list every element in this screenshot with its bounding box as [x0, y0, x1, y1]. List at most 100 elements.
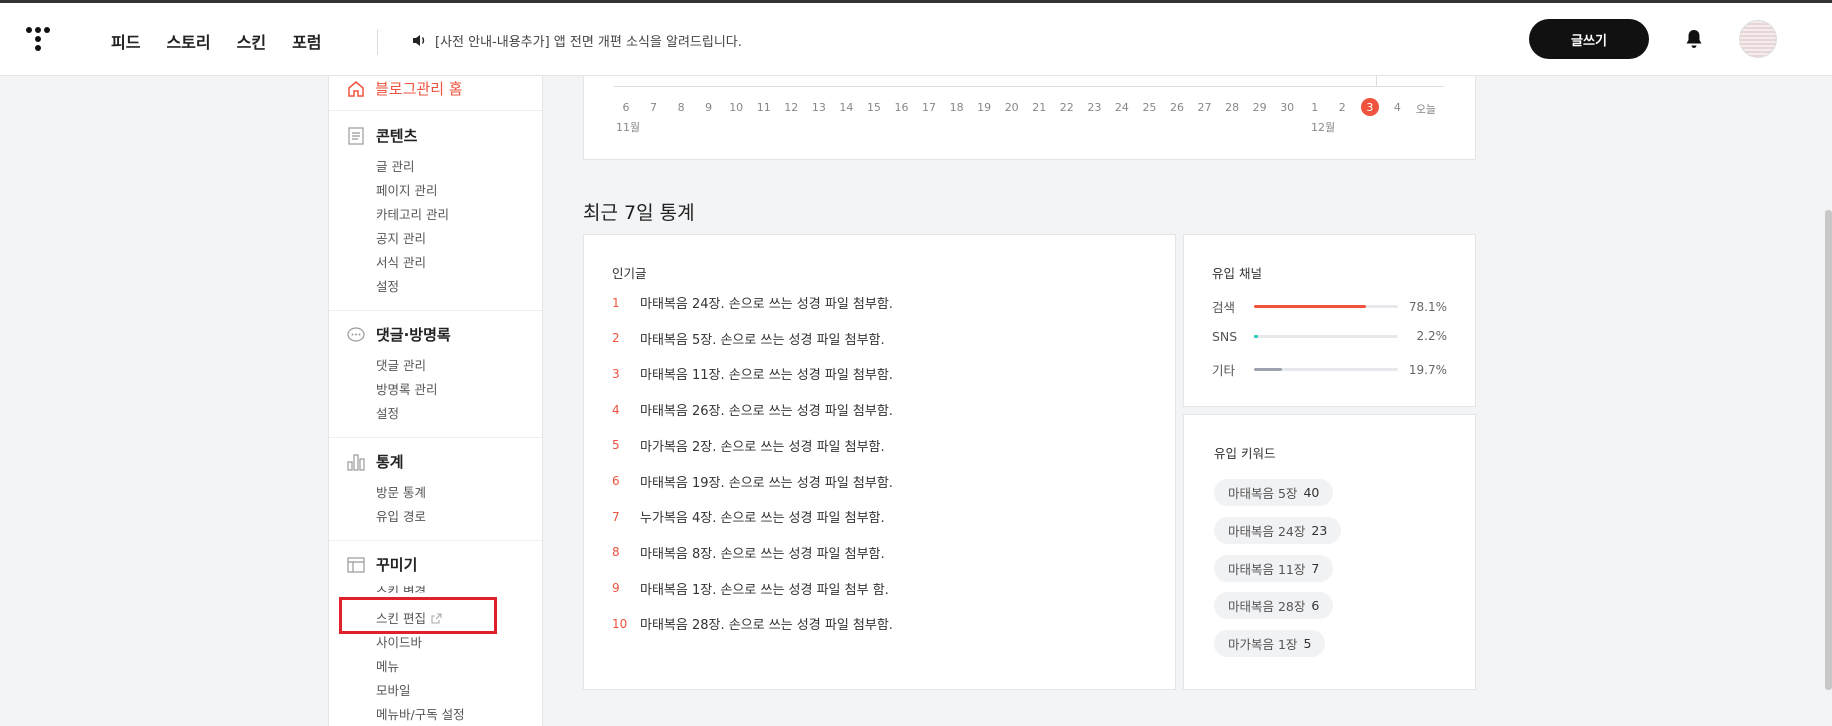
- keyword-count: 6: [1311, 598, 1320, 614]
- nav-skin[interactable]: 스킨: [237, 29, 266, 53]
- sidebar-item-comment-settings[interactable]: 설정: [376, 403, 399, 422]
- x-tick-label: 26: [1170, 101, 1184, 114]
- stats-section-title: 최근 7일 통계: [583, 202, 695, 224]
- channel-label: 검색: [1212, 300, 1236, 315]
- keyword-chip[interactable]: 마가복음 1장 5: [1214, 630, 1326, 658]
- channel-row: SNS 2.2%: [1212, 329, 1447, 344]
- tistory-logo[interactable]: [26, 27, 54, 55]
- speaker-icon: [413, 35, 425, 46]
- keyword-chip[interactable]: 마태복음 24장 23: [1214, 516, 1342, 544]
- popular-posts-card: 인기글 1 마태복음 24장. 손으로 쓰는 성경 파일 첨부함. 2 마태복음 5장…: [583, 234, 1176, 690]
- channel-percent: 19.7%: [1408, 362, 1447, 377]
- channel-bar-fill: [1254, 368, 1283, 371]
- bell-icon[interactable]: [1685, 29, 1703, 53]
- popular-post-item[interactable]: 10 마태복음 28장. 손으로 쓰는 성경 파일 첨부함.: [612, 614, 893, 634]
- channel-bar-track: [1254, 368, 1398, 371]
- sidebar-item-mobile[interactable]: 모바일: [376, 680, 411, 699]
- popular-post-title: 마태복음 11장. 손으로 쓰는 성경 파일 첨부함.: [640, 368, 893, 384]
- popular-post-item[interactable]: 3 마태복음 11장. 손으로 쓰는 성경 파일 첨부함.: [612, 364, 893, 384]
- sidebar-item-menubar-subscribe[interactable]: 메뉴바/구독 설정: [376, 704, 465, 723]
- popular-post-item[interactable]: 1 마태복음 24장. 손으로 쓰는 성경 파일 첨부함.: [612, 293, 893, 313]
- x-tick-label: 19: [977, 101, 992, 114]
- channel-bar-fill: [1254, 305, 1367, 308]
- x-tick-label: 17: [922, 101, 937, 114]
- x-tick-label: 27: [1197, 101, 1212, 114]
- x-tick-label: 2: [1338, 101, 1346, 114]
- sidebar-item-menu[interactable]: 메뉴: [376, 656, 399, 675]
- popular-post-rank: 3: [612, 366, 620, 381]
- x-tick-label: 25: [1142, 101, 1157, 114]
- x-tick-label: 29: [1252, 101, 1267, 114]
- popular-post-item[interactable]: 5 마가복음 2장. 손으로 쓰는 성경 파일 첨부함.: [612, 436, 885, 455]
- sidebar-item-skin-change[interactable]: 스킨 변경: [376, 585, 426, 593]
- popular-post-title: 마태복음 5장. 손으로 쓰는 성경 파일 첨부함.: [640, 332, 885, 348]
- sidebar-section-stats: 통계: [347, 451, 404, 472]
- write-button[interactable]: 글쓰기: [1529, 19, 1649, 59]
- popular-post-item[interactable]: 9 마태복음 1장. 손으로 쓰는 성경 파일 첨부 함.: [612, 579, 889, 598]
- avatar[interactable]: [1739, 20, 1777, 58]
- nav-forum[interactable]: 포럼: [292, 29, 321, 53]
- x-tick-label: 21: [1032, 101, 1047, 114]
- sidebar-item-sidebar[interactable]: 사이드바: [376, 632, 422, 651]
- keyword-text: 마태복음 24장: [1228, 523, 1306, 539]
- popular-post-rank: 4: [612, 402, 620, 417]
- sidebar-item-categories[interactable]: 카테고리 관리: [376, 204, 449, 223]
- notice-text: [사전 안내-내용추가] 앱 전면 개편 소식을 알려드립니다.: [435, 35, 742, 50]
- popular-post-title: 마가복음 2장. 손으로 쓰는 성경 파일 첨부함.: [640, 439, 885, 455]
- x-tick-label: 8: [677, 101, 685, 114]
- keyword-chip[interactable]: 마태복음 5장 40: [1214, 479, 1334, 506]
- sidebar-item-visit-stats[interactable]: 방문 통계: [376, 482, 426, 501]
- x-tick-label: 30: [1280, 101, 1295, 114]
- keyword-count: 7: [1311, 560, 1320, 576]
- popular-post-item[interactable]: 4 마태복음 26장. 손으로 쓰는 성경 파일 첨부함.: [612, 400, 893, 420]
- popular-post-item[interactable]: 7 누가복음 4장. 손으로 쓰는 성경 파일 첨부함.: [612, 507, 885, 527]
- popular-post-rank: 9: [612, 581, 620, 596]
- keyword-text: 마태복음 11장: [1228, 561, 1306, 577]
- notice-link[interactable]: [사전 안내-내용추가] 앱 전면 개편 소식을 알려드립니다.: [412, 31, 742, 50]
- x-tick-label: 16: [894, 101, 909, 114]
- popular-post-item[interactable]: 2 마태복음 5장. 손으로 쓰는 성경 파일 첨부함.: [612, 329, 885, 348]
- channel-percent: 78.1%: [1408, 299, 1447, 314]
- sidebar-item-pages[interactable]: 페이지 관리: [376, 180, 437, 199]
- sidebar-section-comments: 댓글·방명록: [347, 324, 451, 345]
- popular-post-item[interactable]: 6 마태복음 19장. 손으로 쓰는 성경 파일 첨부함.: [612, 472, 893, 491]
- x-tick-label: 3: [1366, 101, 1374, 114]
- popular-post-title: 마태복음 26장. 손으로 쓰는 성경 파일 첨부함.: [640, 404, 893, 420]
- nav-story[interactable]: 스토리: [166, 29, 210, 53]
- popular-post-title: 마태복음 1장. 손으로 쓰는 성경 파일 첨부 함.: [640, 582, 889, 598]
- sidebar-section-content: 콘텐츠: [347, 125, 417, 146]
- channel-label: SNS: [1212, 328, 1238, 344]
- page-scrollbar[interactable]: [1825, 210, 1832, 690]
- sidebar-divider: [329, 110, 542, 111]
- popular-post-rank: 5: [612, 438, 620, 453]
- keyword-chip[interactable]: 마태복음 28장 6: [1214, 592, 1334, 620]
- sidebar-item-content-settings[interactable]: 설정: [376, 276, 399, 295]
- popular-post-rank: 7: [612, 509, 620, 524]
- sidebar-item-comments[interactable]: 댓글 관리: [376, 355, 426, 374]
- sidebar-home[interactable]: 블로그관리 홈: [347, 78, 463, 99]
- month-label-dec: 12월: [1311, 121, 1336, 134]
- nav-feed[interactable]: 피드: [111, 29, 140, 53]
- keyword-chip[interactable]: 마태복음 11장 7: [1214, 554, 1334, 582]
- sidebar-item-posts[interactable]: 글 관리: [376, 156, 414, 175]
- x-tick-label: 10: [729, 101, 744, 114]
- sidebar-home-label: 블로그관리 홈: [375, 80, 463, 98]
- keyword-count: 23: [1311, 522, 1328, 538]
- x-tick-label: 11: [756, 101, 771, 114]
- sidebar-item-templates[interactable]: 서식 관리: [376, 252, 426, 271]
- popular-post-title: 마태복음 19장. 손으로 쓰는 성경 파일 첨부함.: [640, 475, 893, 491]
- x-tick-label: 13: [811, 101, 826, 114]
- x-tick-label: 23: [1087, 101, 1102, 114]
- keyword-count: 40: [1303, 485, 1320, 500]
- sidebar-item-referrers[interactable]: 유입 경로: [376, 506, 426, 525]
- sidebar-item-notices[interactable]: 공지 관리: [376, 228, 426, 247]
- popular-post-item[interactable]: 8 마태복음 8장. 손으로 쓰는 성경 파일 첨부함.: [612, 543, 885, 562]
- bar-chart-icon: [347, 453, 365, 471]
- popular-post-title: 누가복음 4장. 손으로 쓰는 성경 파일 첨부함.: [640, 511, 885, 527]
- sidebar-item-guestbook[interactable]: 방명록 관리: [376, 379, 437, 398]
- keyword-text: 마가복음 1장: [1228, 637, 1298, 653]
- inflow-channels-title: 유입 채널: [1212, 266, 1262, 281]
- visit-chart-card: 6 7 8 9 10 11 12 13 14 15 16 17 18 19 20 21 22 23 24 25 26 27…: [583, 76, 1476, 160]
- channel-row: 기타 19.7%: [1212, 360, 1447, 379]
- channel-row: 검색 78.1%: [1212, 297, 1447, 316]
